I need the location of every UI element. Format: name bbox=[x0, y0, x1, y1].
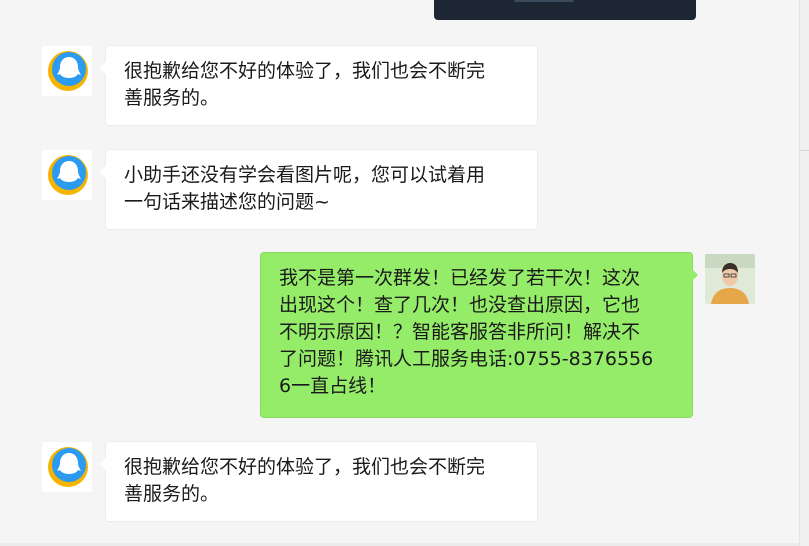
qq-assistant-icon[interactable] bbox=[42, 150, 92, 200]
message-text-line: 很抱歉给您不好的体验了，我们也会不断完 bbox=[124, 60, 486, 82]
message-text-line: 善服务的。 bbox=[124, 483, 220, 505]
message-text-line: 6一直占线！ bbox=[279, 375, 387, 397]
user-photo-avatar[interactable] bbox=[705, 254, 755, 304]
message-text-line: 一句话来描述您的问题~ bbox=[124, 191, 330, 213]
image-message-thumbnail[interactable] bbox=[434, 0, 696, 20]
message-bubble[interactable]: 我不是第一次群发！已经发了若干次！这次 出现这个！查了几次！也没查出原因，它也 … bbox=[260, 252, 698, 418]
message-text-line: 小助手还没有学会看图片呢，您可以试着用 bbox=[124, 164, 486, 186]
message-text-line: 了问题！腾讯人工服务电话:0755-8376556 bbox=[279, 348, 654, 370]
message-text-line: 我不是第一次群发！已经发了若干次！这次 bbox=[279, 267, 641, 289]
message-text-line: 不明示原因！？智能客服答非所问！解决不 bbox=[279, 321, 641, 343]
message-bubble[interactable]: 很抱歉给您不好的体验了，我们也会不断完 善服务的。 bbox=[100, 441, 538, 522]
qq-assistant-icon[interactable] bbox=[42, 442, 92, 492]
image-thumbnail-detail bbox=[514, 0, 574, 2]
message-text-line: 很抱歉给您不好的体验了，我们也会不断完 bbox=[124, 456, 486, 478]
scrollbar[interactable] bbox=[799, 0, 809, 546]
message-text-line: 善服务的。 bbox=[124, 87, 220, 109]
message-text-line: 出现这个！查了几次！也没查出原因，它也 bbox=[279, 294, 641, 316]
chat-history[interactable]: 很抱歉给您不好的体验了，我们也会不断完 善服务的。 小助手还没有学会看图片呢，您… bbox=[0, 0, 800, 546]
message-bubble[interactable]: 很抱歉给您不好的体验了，我们也会不断完 善服务的。 bbox=[100, 45, 538, 126]
message-bubble[interactable]: 小助手还没有学会看图片呢，您可以试着用 一句话来描述您的问题~ bbox=[100, 149, 538, 230]
scrollbar-mark bbox=[800, 150, 809, 151]
qq-assistant-icon[interactable] bbox=[42, 46, 92, 96]
